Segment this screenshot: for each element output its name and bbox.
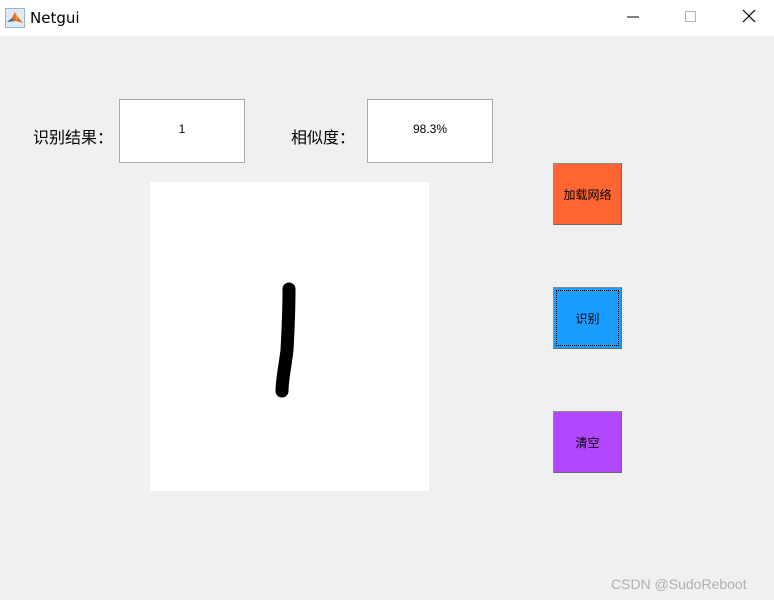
clear-button[interactable]: 清空 [553, 411, 622, 473]
minimize-button[interactable] [610, 0, 656, 34]
result-label: 识别结果： [33, 128, 114, 147]
handwritten-stroke [275, 282, 296, 398]
title-bar: Netgui [0, 0, 774, 36]
similarity-label: 相似度： [291, 128, 356, 147]
similarity-field[interactable]: 98.3% [367, 99, 493, 163]
matlab-icon [5, 8, 25, 28]
result-value: 1 [178, 122, 186, 136]
recognize-label: 识别 [575, 311, 600, 326]
minimize-icon [627, 8, 639, 27]
result-field[interactable]: 1 [119, 99, 245, 163]
load-network-button[interactable]: 加载网络 [553, 163, 622, 225]
close-button[interactable] [726, 0, 772, 34]
drawing-canvas[interactable] [150, 182, 429, 491]
window-title: Netgui [30, 9, 80, 27]
load-network-label: 加载网络 [563, 187, 612, 202]
maximize-button[interactable] [668, 0, 714, 34]
watermark: CSDN @SudoReboot [611, 576, 747, 592]
similarity-value: 98.3% [412, 122, 448, 136]
recognize-button[interactable]: 识别 [553, 287, 622, 349]
close-icon [742, 8, 756, 27]
clear-label: 清空 [575, 435, 600, 450]
maximize-icon [685, 8, 697, 27]
